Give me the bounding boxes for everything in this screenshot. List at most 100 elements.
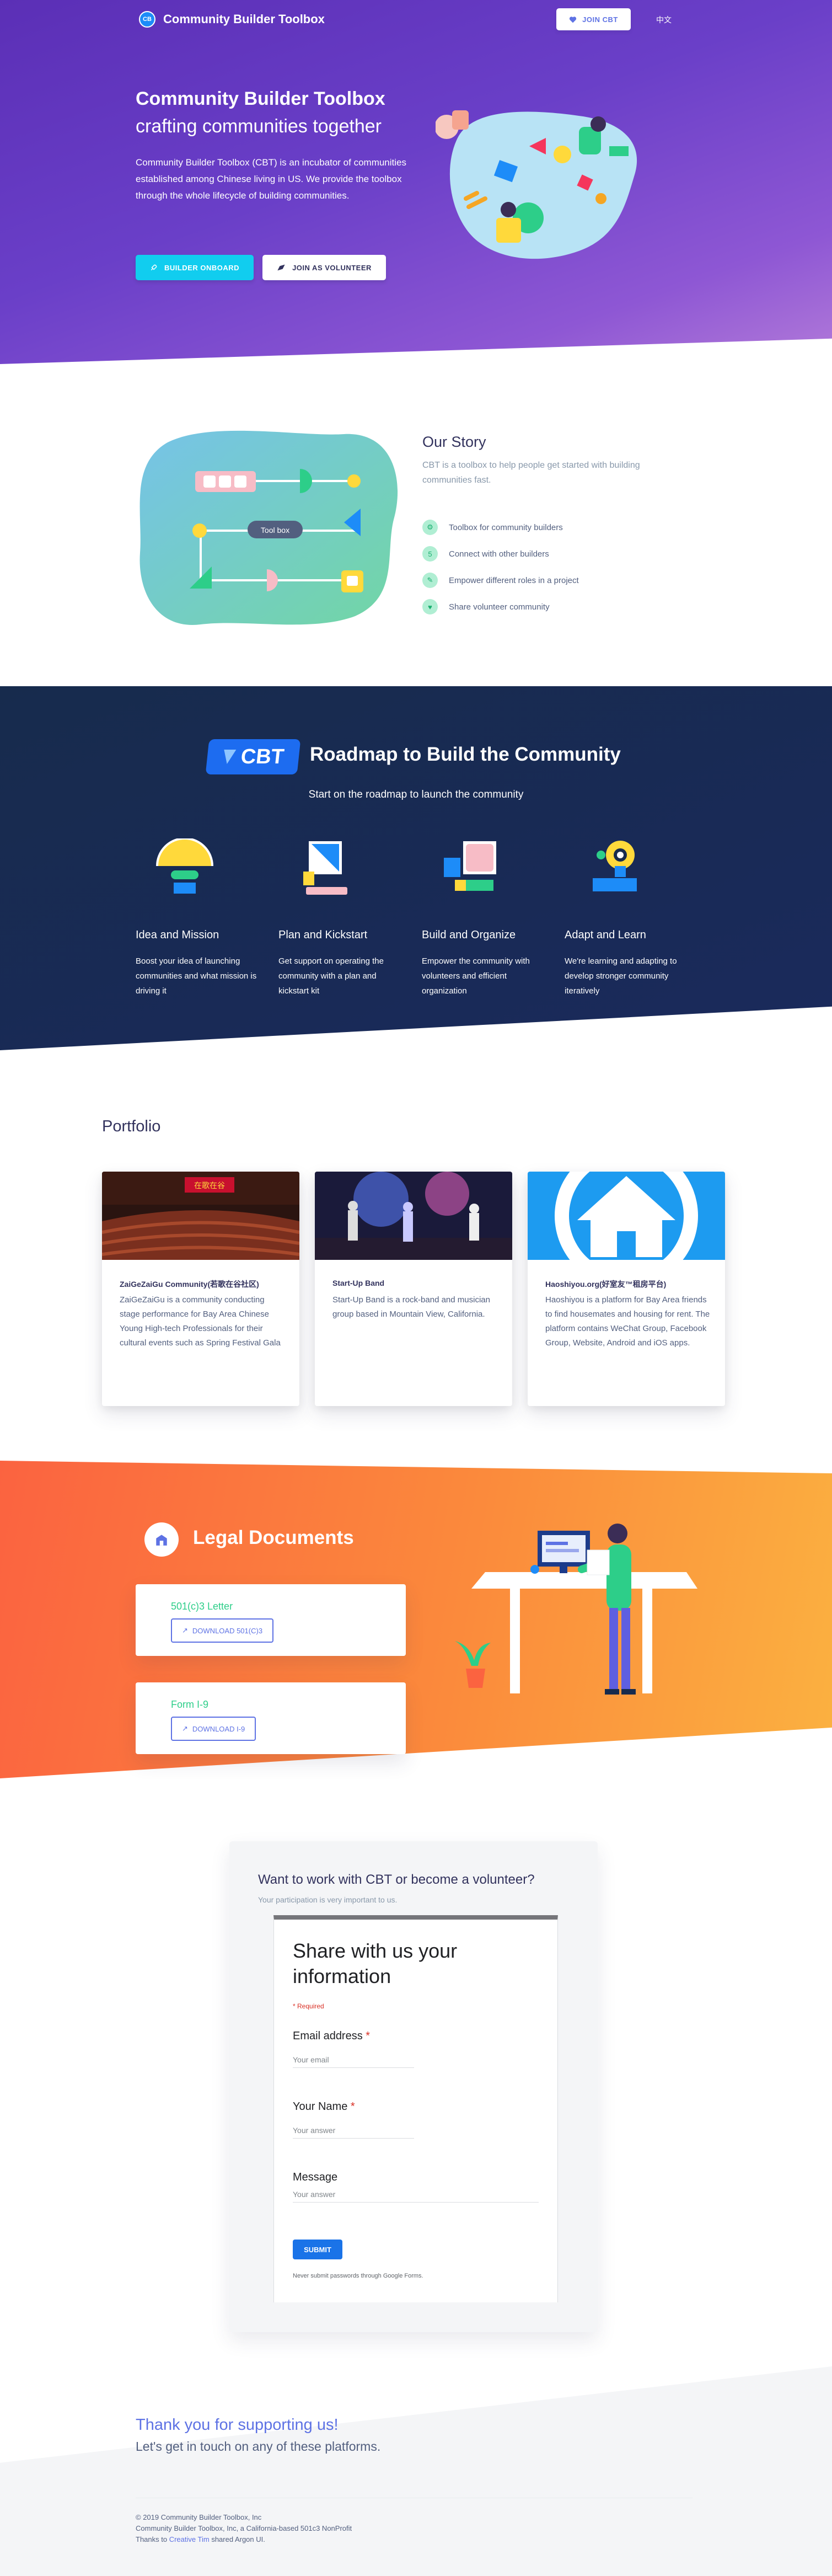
heart-icon: ♥ xyxy=(422,599,438,614)
submit-button[interactable]: SUBMIT xyxy=(293,2240,342,2259)
builder-onboard-label: BUILDER ONBOARD xyxy=(164,263,240,272)
volunteer-question: Want to work with CBT or become a volunt… xyxy=(258,1872,535,1887)
cbt-logo: CBT xyxy=(205,739,301,774)
volunteer-hint: Your participation is very important to … xyxy=(258,1895,398,1904)
roadmap-step-text: Empower the community with volunteers an… xyxy=(422,956,530,996)
download-501c3-button[interactable]: ↗ DOWNLOAD 501(C)3 xyxy=(171,1618,274,1643)
download-i9-label: DOWNLOAD I-9 xyxy=(192,1724,245,1733)
top-navbar: CB Community Builder Toolbox JOIN CBT 中文 xyxy=(0,0,832,39)
email-label: Email address * xyxy=(293,2030,370,2043)
brand-name: Community Builder Toolbox xyxy=(163,12,325,26)
legal-section xyxy=(0,1461,832,1778)
message-field[interactable]: Your answer xyxy=(293,2190,539,2203)
email-field[interactable]: Your email xyxy=(293,2055,414,2068)
cbt-logo-text: CBT xyxy=(239,745,286,768)
story-feature-item: ✎ Empower different roles in a project xyxy=(422,573,579,588)
house-logo-image xyxy=(528,1172,725,1287)
story-illustration: Tool box xyxy=(139,430,398,625)
idea-icon xyxy=(156,838,213,894)
portfolio-title: Portfolio xyxy=(102,1118,161,1135)
email-label-text: Email address xyxy=(293,2030,363,2042)
arrow-up-right-icon: ↗ xyxy=(182,1724,188,1733)
portfolio-card[interactable]: 在歌在谷 ZaiGeZaiGu Community(若歌在谷社区) ZaiGeZ… xyxy=(102,1172,299,1406)
roadmap-step-title: Plan and Kickstart xyxy=(278,929,368,941)
heart-icon xyxy=(570,16,577,23)
legal-doc-card: Form I-9 ↗ DOWNLOAD I-9 xyxy=(136,1682,406,1754)
join-volunteer-button[interactable]: JOIN AS VOLUNTEER xyxy=(262,255,386,280)
portfolio-card-text: Haoshiyou is a platform for Bay Area fri… xyxy=(545,1295,710,1348)
arrow-up-right-icon: ↗ xyxy=(182,1626,188,1634)
cbt-logo-icon xyxy=(224,750,237,764)
story-feature-label: Connect with other builders xyxy=(449,549,549,559)
download-i9-button[interactable]: ↗ DOWNLOAD I-9 xyxy=(171,1717,256,1741)
google-form-title: Share with us your information xyxy=(293,1939,458,1987)
spaceship-icon xyxy=(151,264,157,271)
roadmap-step: Idea and Mission Boost your idea of laun… xyxy=(136,929,257,998)
join-cbt-button[interactable]: JOIN CBT xyxy=(556,8,631,30)
required-note: * Required xyxy=(293,2002,324,2010)
name-label: Your Name * xyxy=(293,2101,355,2113)
html5-icon: 5 xyxy=(422,546,438,562)
roadmap-step: Adapt and Learn We're learning and adapt… xyxy=(565,929,686,998)
name-label-text: Your Name xyxy=(293,2101,348,2113)
band-image xyxy=(315,1172,512,1260)
flag-icon xyxy=(277,264,285,271)
building-icon xyxy=(144,1522,179,1557)
google-form-embed: Share with us your information * Require… xyxy=(273,1915,558,2302)
portfolio-card-text: Start-Up Band is a rock-band and musicia… xyxy=(332,1295,490,1319)
footer-section xyxy=(0,2366,832,2576)
footer-credits-prefix: Thanks to xyxy=(136,2535,168,2543)
hero-section xyxy=(0,0,832,364)
theater-image: 在歌在谷 xyxy=(102,1172,299,1260)
roadmap-step: Build and Organize Empower the community… xyxy=(422,929,543,998)
brand-link[interactable]: CB Community Builder Toolbox xyxy=(139,11,325,28)
story-feature-label: Toolbox for community builders xyxy=(449,522,563,532)
portfolio-card[interactable]: Start-Up Band Start-Up Band is a rock-ba… xyxy=(315,1172,512,1406)
story-description: CBT is a toolbox to help people get star… xyxy=(422,461,640,485)
desk-worker-illustration xyxy=(455,1524,697,1695)
creative-tim-link[interactable]: Creative Tim xyxy=(169,2535,210,2543)
portfolio-card-text: ZaiGeZaiGu is a community conducting sta… xyxy=(120,1295,281,1348)
toolbox-diagram-label: Tool box xyxy=(261,526,289,535)
settings-icon: ⚙ xyxy=(422,520,438,535)
plan-icon xyxy=(303,841,347,895)
builder-onboard-button[interactable]: BUILDER ONBOARD xyxy=(136,255,254,280)
portfolio-card[interactable]: Haoshiyou.org(好室友™租房平台) Haoshiyou is a p… xyxy=(528,1172,725,1406)
hero-title: Community Builder Toolbox xyxy=(136,88,385,109)
join-volunteer-label: JOIN AS VOLUNTEER xyxy=(292,263,372,272)
roadmap-step-text: Get support on operating the community w… xyxy=(278,956,384,996)
story-feature-label: Share volunteer community xyxy=(449,602,550,612)
google-form-footer-note: Never submit passwords through Google Fo… xyxy=(293,2273,423,2279)
ruler-pencil-icon: ✎ xyxy=(422,573,438,588)
legal-doc-name: Form I-9 xyxy=(171,1699,209,1710)
download-501c3-label: DOWNLOAD 501(C)3 xyxy=(192,1626,263,1635)
footer-get-in-touch: Let's get in touch on any of these platf… xyxy=(136,2439,381,2454)
roadmap-step-title: Adapt and Learn xyxy=(565,929,646,941)
footer-nonprofit: Community Builder Toolbox, Inc, a Califo… xyxy=(136,2524,352,2532)
required-star: * xyxy=(350,2101,355,2113)
portfolio-card-title: ZaiGeZaiGu Community(若歌在谷社区) xyxy=(120,1280,259,1289)
required-star: * xyxy=(366,2030,371,2042)
adapt-icon xyxy=(593,841,637,891)
join-cbt-label: JOIN CBT xyxy=(582,15,618,24)
footer-thanks: Thank you for supporting us! xyxy=(136,2416,339,2434)
portfolio-card-title: Start-Up Band xyxy=(332,1279,385,1287)
portfolio-card-title: Haoshiyou.org(好室友™租房平台) xyxy=(545,1280,667,1289)
hero-illustration xyxy=(436,110,637,259)
name-field[interactable]: Your answer xyxy=(293,2126,414,2139)
story-feature-item: ⚙ Toolbox for community builders xyxy=(422,520,563,535)
message-label: Message xyxy=(293,2171,338,2183)
story-feature-item: ♥ Share volunteer community xyxy=(422,599,550,614)
legal-doc-card: 501(c)3 Letter ↗ DOWNLOAD 501(C)3 xyxy=(136,1584,406,1656)
roadmap-title: Roadmap to Build the Community xyxy=(310,744,621,765)
roadmap-step-text: We're learning and adapting to develop s… xyxy=(565,956,677,996)
roadmap-subtitle: Start on the roadmap to launch the commu… xyxy=(308,789,524,800)
hero-description: Community Builder Toolbox (CBT) is an in… xyxy=(136,157,406,201)
story-feature-item: 5 Connect with other builders xyxy=(422,546,549,562)
roadmap-step-text: Boost your idea of launching communities… xyxy=(136,956,257,996)
story-title: Our Story xyxy=(422,434,486,450)
language-switch-link[interactable]: 中文 xyxy=(656,14,672,25)
build-icon xyxy=(444,841,496,891)
footer-credits: Thanks to Creative Tim shared Argon UI. xyxy=(136,2535,265,2543)
legal-doc-name: 501(c)3 Letter xyxy=(171,1601,233,1612)
